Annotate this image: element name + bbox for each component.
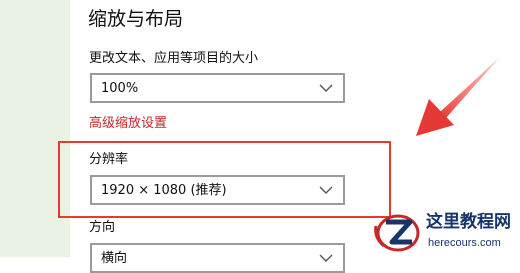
- orientation-value: 横向: [101, 251, 128, 266]
- watermark-logo-icon: [374, 214, 420, 252]
- advanced-scaling-link[interactable]: 高级缩放设置: [89, 115, 167, 133]
- left-background-strip: [0, 0, 70, 257]
- scale-label: 更改文本、应用等项目的大小: [89, 51, 259, 66]
- orientation-dropdown[interactable]: 横向: [90, 243, 345, 273]
- watermark-title: 这里教程网: [426, 212, 511, 232]
- scale-dropdown[interactable]: 100%: [90, 73, 345, 103]
- resolution-highlight-box: [58, 141, 391, 218]
- watermark: 这里教程网 herecours.com: [372, 208, 520, 257]
- section-title: 缩放与布局: [88, 8, 184, 30]
- chevron-down-icon: [319, 254, 333, 262]
- scale-value: 100%: [101, 81, 139, 96]
- watermark-url: herecours.com: [428, 237, 501, 249]
- red-arrow-icon: [416, 57, 500, 136]
- chevron-down-icon: [319, 84, 333, 92]
- orientation-label: 方向: [89, 220, 116, 235]
